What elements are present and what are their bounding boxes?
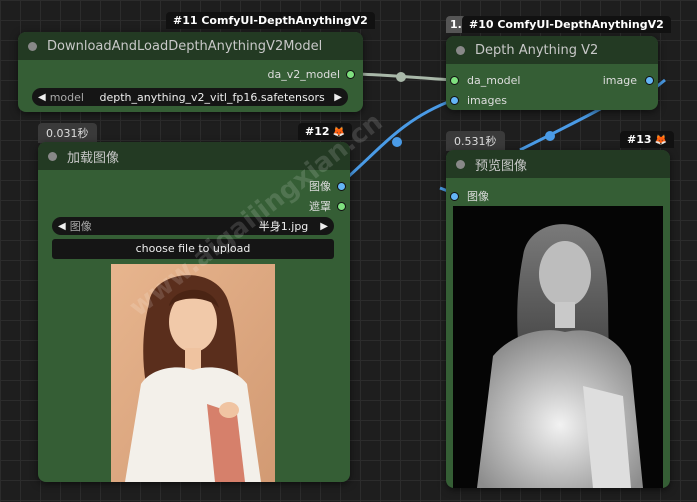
input-da-model[interactable]: da_model [450,74,520,87]
node-title: 预览图像 [475,158,528,174]
output-label: 遮罩 [309,200,331,213]
input-images[interactable]: images [450,94,507,107]
badge-id: #13 [627,133,652,146]
output-da-v2-model[interactable]: da_v2_model [268,68,355,81]
node-13-badge: #13 🦊 [620,131,674,148]
node-depth-anything-header[interactable]: Depth Anything V2 [446,36,658,64]
fox-icon: 🦊 [654,135,667,146]
collapse-dot-icon[interactable] [456,45,465,55]
widget-label: 图像 [69,220,92,233]
output-label: 图像 [309,180,331,193]
arrow-right-icon[interactable]: ▶ [320,221,328,232]
input-socket-icon[interactable] [450,96,459,105]
output-image[interactable]: image [603,74,654,87]
output-socket-icon[interactable] [337,181,346,191]
wire-model-reroute [396,72,406,82]
collapse-dot-icon[interactable] [48,151,57,161]
wire-image-1-reroute [392,137,402,147]
node-10-badge: #10 ComfyUI-DepthAnythingV2 [462,16,671,33]
node-11-badge: #11 ComfyUI-DepthAnythingV2 [166,12,375,29]
input-image[interactable]: 图像 [450,188,489,204]
node-download-model-header[interactable]: DownloadAndLoadDepthAnythingV2Model [18,32,363,60]
node-title: Depth Anything V2 [475,42,599,58]
node-depth-anything[interactable]: Depth Anything V2 da_model images image [446,36,658,110]
image-combo-widget[interactable]: ◀ 图像 半身1.jpg ▶ [52,217,334,235]
node-preview-image-header[interactable]: 预览图像 [446,150,670,178]
arrow-left-icon[interactable]: ◀ [38,92,46,103]
output-label: da_v2_model [267,68,340,81]
arrow-right-icon[interactable]: ▶ [334,92,342,103]
arrow-left-icon[interactable]: ◀ [58,221,66,232]
depth-map-preview [453,206,663,488]
loaded-image-preview [111,264,275,482]
depth-map-image [453,206,663,488]
widget-value: depth_anything_v2_vitl_fp16.safetensors [99,90,325,104]
node-download-model[interactable]: DownloadAndLoadDepthAnythingV2Model da_v… [18,32,363,112]
output-image[interactable]: 图像 [309,178,346,194]
wire-image-2-reroute [545,131,555,141]
output-label: image [602,74,637,87]
node-12-badge: #12 🦊 [298,123,352,140]
output-mask[interactable]: 遮罩 [309,198,346,214]
collapse-dot-icon[interactable] [456,159,465,169]
output-socket-icon[interactable] [337,201,346,211]
model-combo-widget[interactable]: ◀ model depth_anything_v2_vitl_fp16.safe… [32,88,348,106]
node-title: DownloadAndLoadDepthAnythingV2Model [47,38,323,54]
node-13-timer: 0.531秒 [446,131,505,151]
node-load-image-header[interactable]: 加载图像 [38,142,350,170]
node-load-image[interactable]: 加载图像 图像 遮罩 ◀ 图像 半身1.jpg ▶ choose file to… [38,142,350,482]
output-socket-icon[interactable] [645,76,654,85]
node-12-timer: 0.031秒 [38,123,97,143]
widget-value: 半身1.jpg [258,220,309,233]
widget-label: model [49,90,84,104]
input-socket-icon[interactable] [450,191,459,201]
choose-file-button[interactable]: choose file to upload [52,239,334,259]
input-label: da_model [467,74,521,87]
collapse-dot-icon[interactable] [28,41,37,51]
input-label: images [467,94,507,107]
output-socket-icon[interactable] [346,70,355,79]
portrait-photo [111,264,275,482]
input-socket-icon[interactable] [450,76,459,85]
node-title: 加载图像 [67,150,120,166]
node-preview-image[interactable]: 预览图像 图像 [446,150,670,488]
fox-icon: 🦊 [332,127,345,138]
input-label: 图像 [467,190,489,203]
badge-id: #12 [305,125,330,138]
